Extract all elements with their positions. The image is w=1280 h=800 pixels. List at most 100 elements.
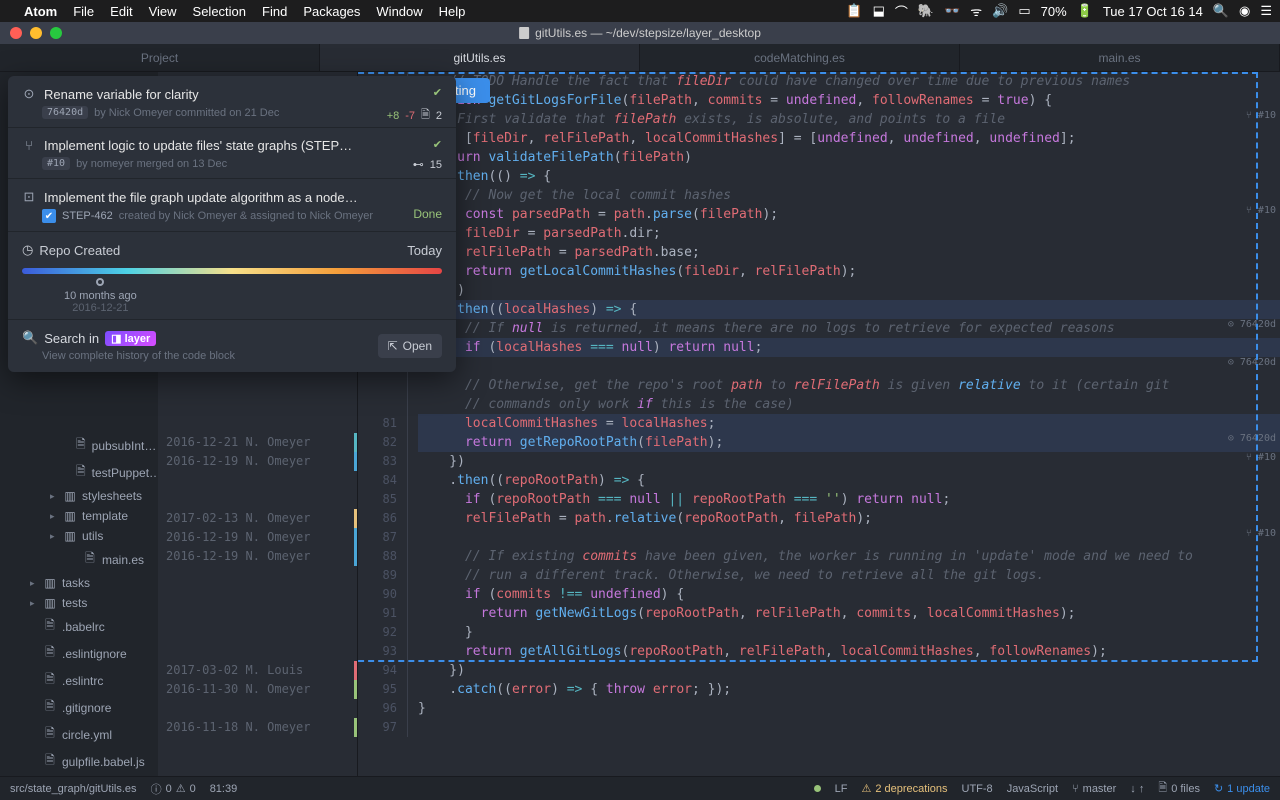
blame-line[interactable]: 2016-11-18 N. Omeyer	[158, 718, 357, 737]
code-line[interactable]: // If existing commits have been given, …	[418, 547, 1280, 566]
evernote-icon[interactable]: 🐘	[918, 3, 934, 19]
code-line[interactable]	[418, 718, 1280, 737]
glasses-icon[interactable]: 👓	[944, 3, 960, 19]
status-lineending[interactable]: LF	[835, 783, 848, 795]
tree-item[interactable]: 🗎gulpfile.babel.js	[0, 748, 158, 775]
tree-item[interactable]: 🗎.eslintrc	[0, 667, 158, 694]
blame-line[interactable]: 2016-11-30 N. Omeyer	[158, 680, 357, 699]
status-git-updown[interactable]: ↓ ↑	[1130, 783, 1144, 795]
tree-item[interactable]: 🗎pubsubInt…	[0, 432, 158, 459]
tree-item[interactable]: 🗎testPuppet…	[0, 459, 158, 486]
blame-line[interactable]: 2016-12-19 N. Omeyer	[158, 547, 357, 566]
right-gutter-mark[interactable]: ⑂ #10	[1246, 528, 1276, 539]
menubar-file[interactable]: File	[73, 4, 94, 19]
menubar-view[interactable]: View	[149, 4, 177, 19]
code-line[interactable]: relFilePath = parsedPath.base;	[418, 243, 1280, 262]
tree-item[interactable]: 🗎.gitignore	[0, 694, 158, 721]
blame-line[interactable]: 2016-12-19 N. Omeyer	[158, 528, 357, 547]
code-line[interactable]: let [fileDir, relFilePath, localCommitHa…	[418, 129, 1280, 148]
menubar-edit[interactable]: Edit	[110, 4, 132, 19]
window-minimize-button[interactable]	[30, 27, 42, 39]
code-line[interactable]: fileDir = parsedPath.dir;	[418, 224, 1280, 243]
tree-item[interactable]: ▸▥tests	[0, 593, 158, 613]
tree-item[interactable]: 🗎main.es	[0, 546, 158, 573]
code-line[interactable]: })	[418, 661, 1280, 680]
status-language[interactable]: JavaScript	[1007, 783, 1058, 795]
blame-line[interactable]: 2016-12-21 N. Omeyer	[158, 433, 357, 452]
tab-main[interactable]: main.es	[960, 44, 1280, 71]
blame-line[interactable]	[158, 471, 357, 490]
tree-item[interactable]: 🗎.eslintignore	[0, 640, 158, 667]
notification-center-icon[interactable]: ☰	[1260, 3, 1272, 19]
menubar-packages[interactable]: Packages	[303, 4, 360, 19]
timeline-bar[interactable]: 10 months ago 2016-12-21	[22, 268, 442, 274]
tab-codematching[interactable]: codeMatching.es	[640, 44, 960, 71]
tab-gitutils[interactable]: gitUtils.es	[320, 44, 640, 71]
menubar-find[interactable]: Find	[262, 4, 287, 19]
right-gutter-mark[interactable]: ⊙ 76420d	[1228, 433, 1276, 444]
blame-line[interactable]	[158, 642, 357, 661]
code-line[interactable]: localCommitHashes = localHashes;	[418, 414, 1280, 433]
clipboard-icon[interactable]: 📋	[846, 3, 862, 19]
tree-item[interactable]: ▸▥template	[0, 506, 158, 526]
dropbox-icon[interactable]: ⬓	[873, 3, 885, 19]
blame-line[interactable]	[158, 623, 357, 642]
tree-item[interactable]: 🗎package.json	[0, 775, 158, 776]
status-update[interactable]: ↻ 1 update	[1214, 782, 1270, 795]
code-line[interactable]: .then((repoRootPath) => {	[418, 471, 1280, 490]
blame-line[interactable]	[158, 585, 357, 604]
code-line[interactable]: })	[418, 452, 1280, 471]
code-line[interactable]: return getNewGitLogs(repoRootPath, relFi…	[418, 604, 1280, 623]
menubar-help[interactable]: Help	[439, 4, 466, 19]
display-icon[interactable]: ▭	[1018, 3, 1030, 19]
status-cursor[interactable]: 81:39	[210, 783, 238, 795]
battery-percent[interactable]: 70%	[1041, 4, 1067, 19]
blame-line[interactable]	[158, 604, 357, 623]
code-line[interactable]: // Now get the local commit hashes	[418, 186, 1280, 205]
code-line[interactable]: }	[418, 699, 1280, 718]
right-gutter-mark[interactable]: ⑂ #10	[1246, 110, 1276, 121]
window-zoom-button[interactable]	[50, 27, 62, 39]
pr-item[interactable]: ⑂ Implement logic to update files' state…	[8, 128, 456, 179]
tree-item[interactable]: 🗎.babelrc	[0, 613, 158, 640]
blame-line[interactable]: 2017-02-13 N. Omeyer	[158, 509, 357, 528]
tab-project[interactable]: Project	[0, 44, 320, 71]
blame-line[interactable]	[158, 414, 357, 433]
blame-line[interactable]	[158, 490, 357, 509]
code-line[interactable]: function getGitLogsForFile(filePath, com…	[418, 91, 1280, 110]
menubar-selection[interactable]: Selection	[193, 4, 246, 19]
arc-icon[interactable]: ⌒	[895, 2, 908, 21]
code-line[interactable]: return getRepoRootPath(filePath);	[418, 433, 1280, 452]
window-close-button[interactable]	[10, 27, 22, 39]
blame-line[interactable]	[158, 376, 357, 395]
status-encoding[interactable]: UTF-8	[962, 783, 993, 795]
status-path[interactable]: src/state_graph/gitUtils.es	[10, 783, 137, 795]
menubar-app[interactable]: Atom	[24, 4, 57, 19]
code-line[interactable]: // First validate that filePath exists, …	[418, 110, 1280, 129]
code-line[interactable]: const parsedPath = path.parse(filePath);	[418, 205, 1280, 224]
right-gutter-mark[interactable]: ⊙ 76420d	[1228, 357, 1276, 368]
code-line[interactable]: }	[418, 623, 1280, 642]
code-line[interactable]: })	[418, 281, 1280, 300]
code-line[interactable]: // run a different track. Otherwise, we …	[418, 566, 1280, 585]
code-line[interactable]: if (localHashes === null) return null;	[418, 338, 1280, 357]
code-line[interactable]: // If null is returned, it means there a…	[418, 319, 1280, 338]
code-line[interactable]: .catch((error) => { throw error; });	[418, 680, 1280, 699]
volume-icon[interactable]: 🔊	[992, 3, 1008, 19]
blame-line[interactable]: 2016-12-19 N. Omeyer	[158, 452, 357, 471]
code-line[interactable]	[418, 357, 1280, 376]
right-gutter-mark[interactable]: ⊙ 76420d	[1228, 319, 1276, 330]
blame-line[interactable]	[158, 395, 357, 414]
code-content[interactable]: // TODO Handle the fact that fileDir cou…	[408, 72, 1280, 737]
code-line[interactable]: return getAllGitLogs(repoRootPath, relFi…	[418, 642, 1280, 661]
story-checkbox[interactable]: ✔	[42, 209, 56, 223]
code-line[interactable]: if (commits !== undefined) {	[418, 585, 1280, 604]
menubar-window[interactable]: Window	[376, 4, 422, 19]
code-line[interactable]: if (repoRootPath === null || repoRootPat…	[418, 490, 1280, 509]
blame-line[interactable]: 2017-03-02 M. Louis	[158, 661, 357, 680]
wifi-icon[interactable]: ᯤ	[970, 2, 982, 20]
code-line[interactable]: return validateFilePath(filePath)	[418, 148, 1280, 167]
tree-item[interactable]: ▸▥stylesheets	[0, 486, 158, 506]
spotlight-icon[interactable]: 🔍	[1213, 3, 1229, 19]
story-item[interactable]: ⊡ Implement the file graph update algori…	[8, 179, 456, 232]
